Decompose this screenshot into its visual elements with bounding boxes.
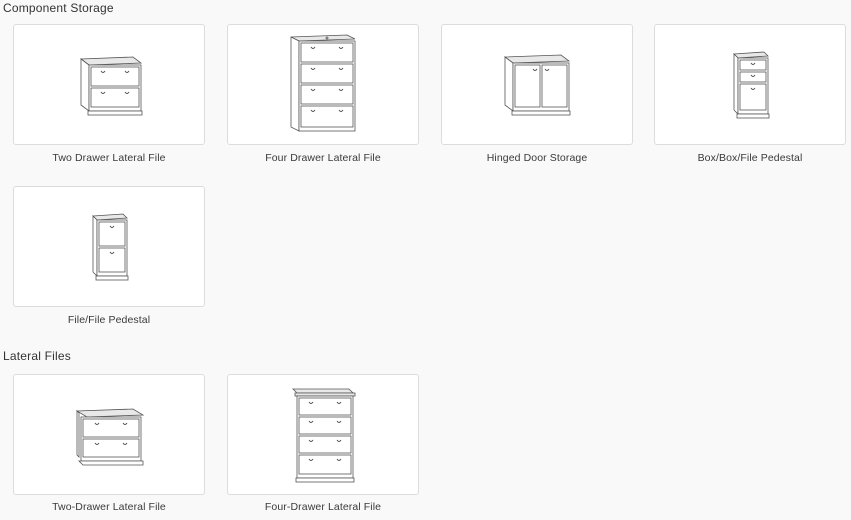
product-card-two-drawer-lateral-file-2[interactable] <box>13 374 205 495</box>
product-card-hinged-door-storage[interactable] <box>441 24 633 145</box>
section-title-component-storage: Component Storage <box>3 1 114 15</box>
box-box-file-pedestal-icon <box>733 51 770 118</box>
two-drawer-lateral-file-icon <box>79 56 143 115</box>
product-card-two-drawer-lateral-file[interactable] <box>13 24 205 145</box>
product-label-file-file-pedestal[interactable]: File/File Pedestal <box>13 314 205 326</box>
product-card-four-drawer-lateral-file[interactable] <box>227 24 419 145</box>
section-title-lateral-files: Lateral Files <box>3 349 71 363</box>
product-label-box-box-file-pedestal[interactable]: Box/Box/File Pedestal <box>654 152 846 164</box>
four-drawer-lateral-file-icon <box>292 388 356 482</box>
product-card-four-drawer-lateral-file-2[interactable] <box>227 374 419 495</box>
product-label-four-drawer-lateral-file-2[interactable]: Four-Drawer Lateral File <box>227 501 419 513</box>
product-card-file-file-pedestal[interactable] <box>13 186 205 307</box>
file-file-pedestal-icon <box>92 213 129 280</box>
two-drawer-lateral-file-icon <box>75 408 145 465</box>
product-card-box-box-file-pedestal[interactable] <box>654 24 846 145</box>
four-drawer-lateral-file-icon <box>290 34 356 132</box>
product-label-hinged-door-storage[interactable]: Hinged Door Storage <box>441 152 633 164</box>
hinged-door-storage-icon <box>503 54 571 115</box>
product-label-two-drawer-lateral-file[interactable]: Two Drawer Lateral File <box>13 152 205 164</box>
product-label-two-drawer-lateral-file-2[interactable]: Two-Drawer Lateral File <box>13 501 205 513</box>
product-label-four-drawer-lateral-file[interactable]: Four Drawer Lateral File <box>227 152 419 164</box>
